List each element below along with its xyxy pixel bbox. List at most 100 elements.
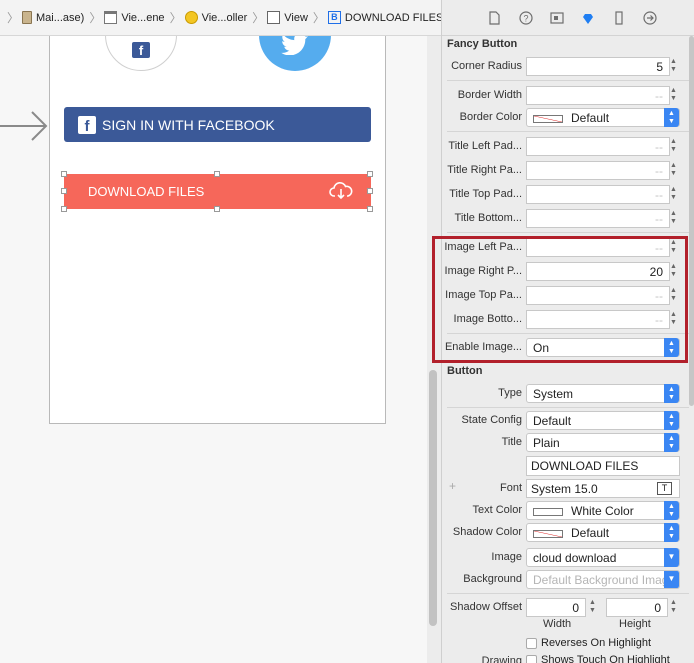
resize-handle-bottom-left[interactable] [61,206,67,212]
plus-icon[interactable]: + [449,479,456,493]
view-controller-scene[interactable]: f [49,0,386,424]
reverses-checkbox[interactable]: Reverses On Highlight [526,637,651,649]
facebook-icon: f [78,115,96,134]
divider [447,80,689,81]
border-width-row: Border Width -- ▲ ▼ [442,86,694,106]
attributes-icon[interactable] [579,9,596,26]
reverses-label: Reverses On Highlight [541,637,652,649]
inspector-scrollbar[interactable] [689,36,694,406]
corner-radius-row: Corner Radius 5 ▲ ▼ [442,57,694,77]
cloud-download-icon [329,182,353,200]
state-config-popup[interactable]: Default ▲ ▼ [526,411,680,430]
title-top-padding-field[interactable]: -- [526,185,670,204]
shadow-offset-row: Shadow Offset 0 ▲ ▼ 0 ▲ ▼ [442,598,694,618]
identity-icon[interactable] [548,9,565,26]
shadow-color-popup[interactable]: Default ▲ ▼ [526,523,680,542]
border-width-field[interactable]: -- [526,86,670,105]
title-right-padding-label: Title Right Pa... [447,164,522,176]
connections-icon[interactable] [641,9,658,26]
breadcrumb-label: Vie...ene [121,11,165,24]
resize-handle-bottom-right[interactable] [367,206,373,212]
title-left-padding-stepper[interactable]: ▲ ▼ [668,137,679,156]
resize-handle-top-right[interactable] [367,171,373,177]
breadcrumb-label: DOWNLOAD FILES [344,11,441,24]
shadow-offset-width-stepper[interactable]: ▲ ▼ [587,598,598,617]
corner-radius-field[interactable]: 5 [526,57,670,76]
title-bottom-padding-label: Title Bottom... [454,212,522,224]
image-row: Image cloud download ▼ [442,548,694,568]
divider [447,593,689,594]
title-value: Plain [533,436,560,450]
font-label: Font [499,482,522,494]
title-right-padding-field[interactable]: -- [526,161,670,180]
storyboard-canvas[interactable]: f f SIGN IN WITH FACEBOOK DOWNLOAD FILES [0,0,427,663]
breadcrumb-view-controller[interactable]: 〉 Vie...oller [167,9,247,26]
help-icon[interactable]: ? [517,9,534,26]
view-controller-icon [184,11,198,24]
font-value: System 15.0 [531,482,598,496]
title-left-padding-field[interactable]: -- [526,137,670,156]
resize-handle-top-left[interactable] [61,171,67,177]
title-top-padding-label: Title Top Pad... [449,188,522,200]
chevron-updown-icon: ▲ ▼ [664,433,679,452]
resize-handle-left[interactable] [61,188,67,194]
border-width-stepper[interactable]: ▲ ▼ [668,86,679,105]
resize-handle-bottom[interactable] [214,206,220,212]
font-picker-icon[interactable]: T [657,482,672,495]
title-popup[interactable]: Plain ▲ ▼ [526,433,680,452]
shadow-offset-height-field[interactable]: 0 [606,598,668,617]
text-color-popup[interactable]: White Color ▲ ▼ [526,501,680,520]
download-files-button[interactable]: DOWNLOAD FILES [64,174,371,209]
image-label: Image [491,551,522,563]
width-caption: Width [543,618,572,630]
corner-radius-stepper[interactable]: ▲ ▼ [668,57,679,76]
entry-arrow-icon [0,111,48,141]
chevron-right-icon: 〉 [252,11,265,25]
shadow-color-row: Shadow Color Default ▲ ▼ [442,523,694,543]
title-text-field[interactable]: DOWNLOAD FILES [526,456,680,476]
state-config-row: State Config Default ▲ ▼ [442,411,694,431]
breadcrumb-storyboard[interactable]: 〉 Mai...ase) [4,9,84,26]
shadow-offset-height-stepper[interactable]: ▲ ▼ [668,598,679,617]
size-icon[interactable] [610,9,627,26]
divider [447,131,689,132]
facebook-button-label: SIGN IN WITH FACEBOOK [102,116,275,133]
title-right-padding-stepper[interactable]: ▲ ▼ [668,161,679,180]
breadcrumb-button[interactable]: 〉 B DOWNLOAD FILES [310,9,441,26]
breadcrumb-scene[interactable]: 〉 Vie...ene [86,9,165,26]
title-left-padding-label: Title Left Pad... [448,140,522,152]
canvas-scrollbar[interactable] [429,370,437,626]
title-right-padding-row: Title Right Pa... -- ▲ ▼ [442,161,694,181]
border-width-value: -- [655,89,663,103]
height-caption: Height [619,618,651,630]
type-popup[interactable]: System ▲ ▼ [526,384,680,403]
scene-icon [104,11,118,24]
shadow-offset-width-field[interactable]: 0 [526,598,586,617]
facebook-sign-in-button[interactable]: f SIGN IN WITH FACEBOOK [64,107,371,142]
file-icon[interactable] [486,9,503,26]
drawing-row: Drawing Shows Touch On Highlight [442,652,694,663]
button-icon: B [327,11,341,24]
view-icon [267,11,281,24]
title-bottom-padding-field[interactable]: -- [526,209,670,228]
title-top-padding-stepper[interactable]: ▲ ▼ [668,185,679,204]
image-combo[interactable]: cloud download ▼ [526,548,680,567]
chevron-updown-icon: ▲ ▼ [664,384,679,403]
drawing-label: Drawing [481,655,522,663]
background-row: Background Default Background Imag ▼ [442,570,694,590]
title-bottom-padding-value: -- [655,212,663,226]
background-combo[interactable]: Default Background Imag ▼ [526,570,680,589]
state-config-label: State Config [461,414,522,426]
title-text-row: DOWNLOAD FILES [442,456,694,476]
font-field[interactable]: System 15.0 T [526,479,680,498]
border-color-popup[interactable]: Default ▲ ▼ [526,108,680,127]
background-label: Background [463,573,522,585]
breadcrumb-view[interactable]: 〉 View [249,9,308,26]
resize-handle-right[interactable] [367,188,373,194]
image-value: cloud download [533,551,617,565]
shows-touch-checkbox[interactable]: Shows Touch On Highlight [526,654,670,663]
title-bottom-padding-stepper[interactable]: ▲ ▼ [668,209,679,228]
resize-handle-top[interactable] [214,171,220,177]
chevron-updown-icon: ▲ ▼ [664,523,679,542]
divider [447,407,689,408]
